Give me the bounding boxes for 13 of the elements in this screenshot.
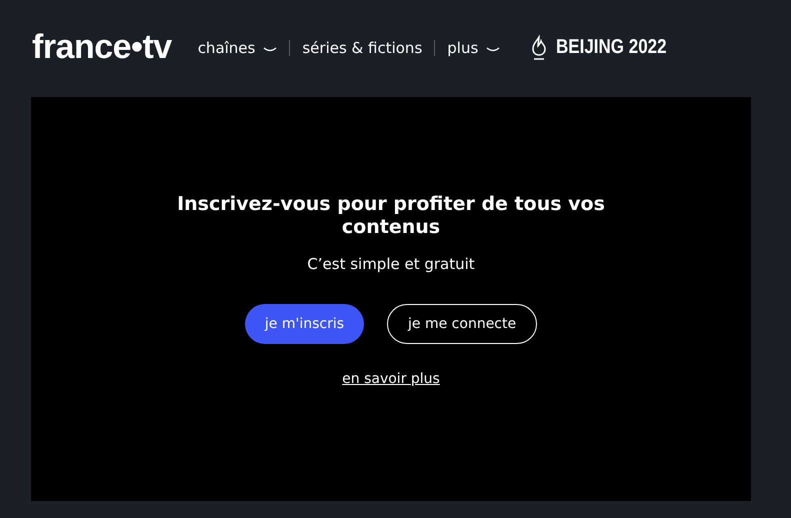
logo[interactable]: france•tv bbox=[32, 28, 172, 67]
event-link[interactable]: BEIJING 2022 bbox=[556, 36, 667, 59]
flame-icon bbox=[530, 34, 548, 60]
nav-link[interactable]: séries & fictions bbox=[302, 38, 422, 56]
panel-title: Inscrivez-vous pour profiter de tous vos contenus bbox=[176, 193, 606, 239]
signup-button[interactable]: je m'inscris bbox=[244, 304, 364, 344]
chevron-down-icon bbox=[263, 46, 278, 52]
learn-more-link[interactable]: en savoir plus bbox=[342, 371, 440, 387]
nav-link[interactable]: plus bbox=[447, 38, 500, 56]
nav-link[interactable]: chaînes bbox=[198, 38, 278, 56]
login-button[interactable]: je me connecte bbox=[387, 304, 538, 344]
panel-subtitle: C’est simple et gratuit bbox=[307, 255, 475, 273]
chevron-down-icon bbox=[486, 46, 500, 52]
